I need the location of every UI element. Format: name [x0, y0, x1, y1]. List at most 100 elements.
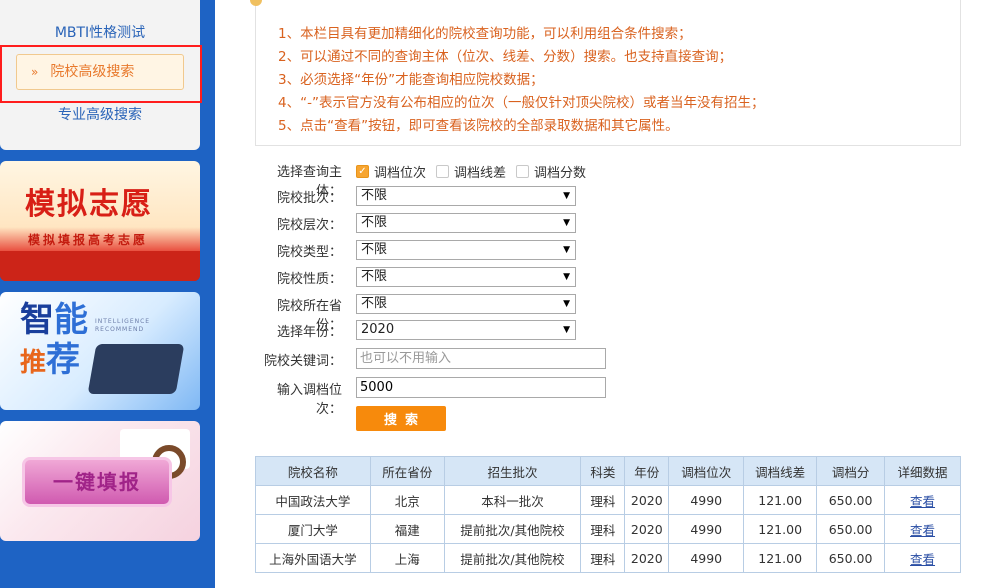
category: 理科 — [580, 514, 626, 544]
rank-input[interactable] — [356, 377, 606, 398]
bullet-icon — [250, 0, 262, 6]
batch-label: 院校批次： — [276, 191, 342, 206]
details-cell: 查看 — [884, 514, 961, 544]
table-row: 上海外国语大学 上海 提前批次/其他院校 理科 2020 4990 121.00… — [255, 543, 961, 573]
select-value: 2020 — [361, 322, 395, 337]
caret-down-icon: ▼ — [563, 245, 570, 255]
view-link[interactable]: 查看 — [910, 494, 935, 509]
rank: 4990 — [668, 514, 745, 544]
line-diff: 121.00 — [743, 514, 818, 544]
results-table: 院校名称 所在省份 招生批次 科类 年份 调档位次 调档线差 调档分 详细数据 … — [255, 456, 961, 573]
subject-option-score[interactable]: 调档分数 — [516, 162, 586, 181]
select-value: 不限 — [361, 296, 388, 311]
year: 2020 — [624, 543, 670, 573]
level-label: 院校层次： — [276, 218, 342, 233]
banner-subtitle: INTELLIGENCE RECOMMEND — [95, 318, 151, 333]
school-name: 厦门大学 — [255, 514, 371, 544]
column-header: 院校名称 — [255, 456, 371, 486]
checkbox-icon[interactable] — [516, 165, 529, 178]
select-value: 不限 — [361, 269, 388, 284]
phone-illustration — [87, 344, 185, 394]
keyword-label: 院校关键词： — [263, 354, 342, 369]
type-select[interactable]: 不限 ▼ — [356, 240, 576, 260]
caret-down-icon: ▼ — [563, 272, 570, 282]
caret-down-icon: ▼ — [563, 218, 570, 228]
banner-char: 推 — [20, 348, 47, 378]
banner-title: 模拟志愿 — [25, 187, 153, 222]
score: 650.00 — [816, 485, 886, 515]
checkbox-icon[interactable] — [436, 165, 449, 178]
sidebar: MBTI性格测试 » 院校高级搜索 专业高级搜索 模拟志愿 模拟填报高考志愿 智能… — [0, 0, 215, 588]
line-diff: 121.00 — [743, 485, 818, 515]
instruction-line: 1、本栏目具有更加精细化的院校查询功能，可以利用组合条件搜索； — [278, 26, 692, 42]
rank-label: 输入调档位次： — [276, 383, 342, 417]
instruction-line: 3、必须选择“年份”才能查询相应院校数据； — [278, 72, 544, 88]
banner-subtitle: 模拟填报高考志愿 — [28, 233, 149, 247]
select-value: 不限 — [361, 188, 388, 203]
banner-title: 一键填报 — [22, 457, 172, 507]
table-row: 中国政法大学 北京 本科一批次 理科 2020 4990 121.00 650.… — [255, 485, 961, 515]
sidebar-item-mbti[interactable]: MBTI性格测试 — [0, 22, 200, 42]
instruction-line: 5、点击“查看”按钮，即可查看该院校的全部录取数据和其它属性。 — [278, 118, 679, 134]
subject-option-label: 调档线差 — [454, 166, 507, 181]
school-name: 上海外国语大学 — [255, 543, 371, 573]
subject-option-label: 调档分数 — [534, 166, 587, 181]
province-select[interactable]: 不限 ▼ — [356, 294, 576, 314]
level-select[interactable]: 不限 ▼ — [356, 213, 576, 233]
banner-char: 智 — [20, 300, 54, 340]
banner-char: 荐 — [46, 340, 81, 380]
province: 北京 — [369, 485, 445, 515]
caret-down-icon: ▼ — [563, 191, 570, 201]
checkbox-checked-icon[interactable]: ✓ — [356, 165, 369, 178]
province: 福建 — [369, 514, 445, 544]
subject-option-label: 调档位次 — [374, 166, 427, 181]
column-header: 年份 — [624, 456, 670, 486]
select-value: 不限 — [361, 215, 388, 230]
table-header-row: 院校名称 所在省份 招生批次 科类 年份 调档位次 调档线差 调档分 详细数据 — [255, 456, 961, 486]
subject-option-diff[interactable]: 调档线差 — [436, 162, 506, 181]
column-header: 所在省份 — [369, 456, 445, 486]
banner-title: 智能 推荐 — [20, 300, 88, 383]
subject-option-rank[interactable]: ✓ 调档位次 — [356, 162, 426, 181]
batch: 提前批次/其他院校 — [443, 514, 582, 544]
batch: 本科一批次 — [443, 485, 582, 515]
batch-select[interactable]: 不限 ▼ — [356, 186, 576, 206]
column-header: 科类 — [580, 456, 626, 486]
banner-smart-recommend[interactable]: 智能 推荐 INTELLIGENCE RECOMMEND — [0, 292, 200, 410]
nature-label: 院校性质： — [276, 272, 342, 287]
sidebar-item-major-search[interactable]: 专业高级搜索 — [0, 104, 200, 124]
column-header: 招生批次 — [443, 456, 582, 486]
year-label: 选择年份： — [276, 325, 342, 340]
banner-char: 能 — [54, 300, 88, 340]
keyword-input[interactable] — [356, 348, 606, 369]
column-header: 调档位次 — [668, 456, 745, 486]
instruction-line: 4、“-”表示官方没有公布相应的位次（一般仅针对顶尖院校）或者当年没有招生； — [278, 95, 765, 111]
line-diff: 121.00 — [743, 543, 818, 573]
nature-select[interactable]: 不限 ▼ — [356, 267, 576, 287]
banner-mock-application[interactable]: 模拟志愿 模拟填报高考志愿 — [0, 161, 200, 281]
instruction-line: 2、可以通过不同的查询主体（位次、线差、分数）搜索。也支持直接查询； — [278, 49, 733, 65]
select-value: 不限 — [361, 242, 388, 257]
year: 2020 — [624, 514, 670, 544]
highlight-frame — [0, 45, 202, 103]
instructions-box: 1、本栏目具有更加精细化的院校查询功能，可以利用组合条件搜索； 2、可以通过不同… — [250, 0, 961, 146]
type-label: 院校类型： — [276, 245, 342, 260]
category: 理科 — [580, 543, 626, 573]
details-cell: 查看 — [884, 543, 961, 573]
score: 650.00 — [816, 543, 886, 573]
column-header: 详细数据 — [884, 456, 961, 486]
view-link[interactable]: 查看 — [910, 552, 935, 567]
batch: 提前批次/其他院校 — [443, 543, 582, 573]
search-button[interactable]: 搜索 — [356, 406, 446, 431]
score: 650.00 — [816, 514, 886, 544]
table-row: 厦门大学 福建 提前批次/其他院校 理科 2020 4990 121.00 65… — [255, 514, 961, 544]
view-link[interactable]: 查看 — [910, 523, 935, 538]
crowd-decoration — [0, 251, 200, 281]
banner-quick-apply[interactable]: 一键填报 — [0, 421, 200, 541]
year-select[interactable]: 2020 ▼ — [356, 320, 576, 340]
school-name: 中国政法大学 — [255, 485, 371, 515]
column-header: 调档分 — [816, 456, 886, 486]
province: 上海 — [369, 543, 445, 573]
caret-down-icon: ▼ — [563, 325, 570, 335]
details-cell: 查看 — [884, 485, 961, 515]
